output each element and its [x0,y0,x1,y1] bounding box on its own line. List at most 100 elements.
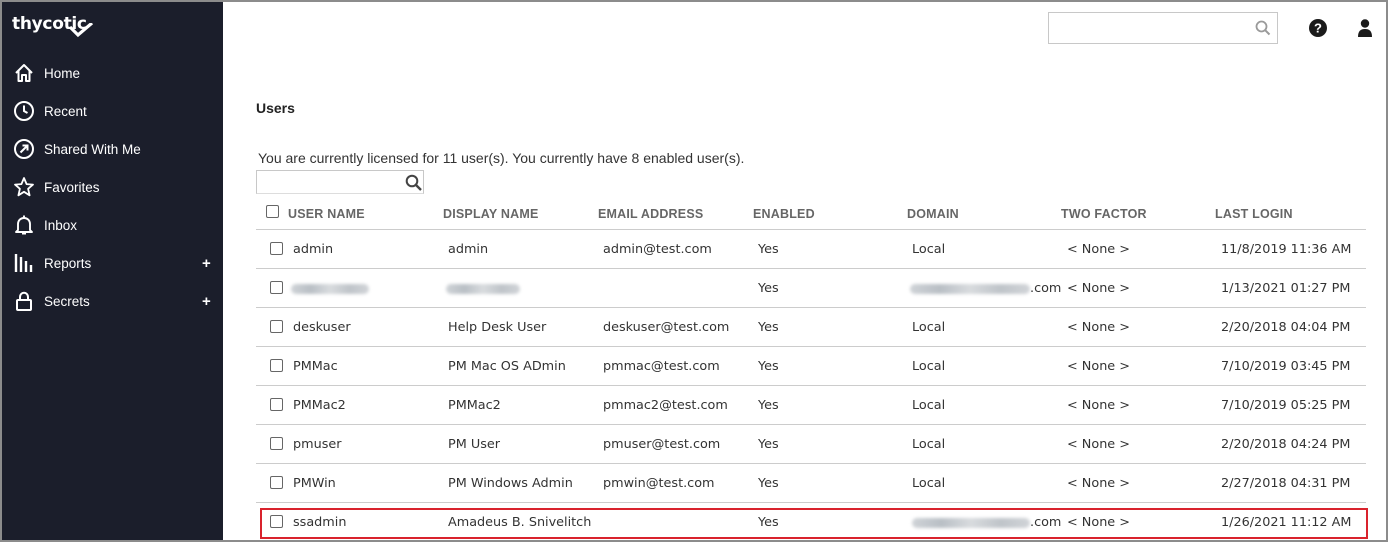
cell-user-name[interactable]: PMWin [293,476,336,491]
search-icon[interactable] [405,174,423,197]
cell-domain: Local [912,320,946,335]
sidebar-item-label: Shared With Me [44,141,141,157]
user-filter-input[interactable] [261,172,401,192]
sidebar-item-label: Secrets [44,293,90,309]
search-icon[interactable] [1255,20,1271,41]
column-header-display-name[interactable]: DISPLAY NAME [443,207,538,221]
cell-display-name: PM User [448,437,500,452]
table-row[interactable]: pmuser PM User pmuser@test.com Yes Local… [256,425,1366,464]
row-checkbox[interactable] [270,320,283,333]
cell-two-factor: < None > [1067,320,1130,335]
help-icon[interactable]: ? [1308,18,1328,43]
cell-display-name: admin [448,242,489,257]
cell-last-login: 1/13/2021 01:27 PM [1221,281,1351,296]
column-header-user-name[interactable]: USER NAME [288,207,365,221]
sidebar-item-favorites[interactable]: Favorites [2,169,223,205]
sidebar-item-home[interactable]: Home [2,55,223,91]
sidebar-item-recent[interactable]: Recent [2,93,223,129]
row-checkbox[interactable] [270,281,283,294]
cell-enabled: Yes [758,476,779,491]
cell-email: pmwin@test.com [603,476,715,491]
cell-user-name[interactable]: PMMac [293,359,338,374]
table-row[interactable]: deskuser Help Desk User deskuser@test.co… [256,308,1366,347]
table-row[interactable]: PMMac PM Mac OS ADmin pmmac@test.com Yes… [256,347,1366,386]
column-header-enabled[interactable]: ENABLED [753,207,815,221]
global-search-input[interactable] [1055,14,1255,42]
svg-text:?: ? [1314,21,1322,36]
cell-two-factor: < None > [1067,476,1130,491]
cell-enabled: Yes [758,398,779,413]
redacted-user-name[interactable] [291,284,369,294]
table-row[interactable]: PMMac2 PMMac2 pmmac2@test.com Yes Local … [256,386,1366,425]
cell-enabled: Yes [758,281,779,296]
sidebar-item-label: Recent [44,103,87,119]
cell-display-name: PM Windows Admin [448,476,573,491]
cell-two-factor: < None > [1067,437,1130,452]
cell-user-name[interactable]: admin [293,242,333,257]
table-row[interactable]: PMWin PM Windows Admin pmwin@test.com Ye… [256,464,1366,503]
user-icon[interactable] [1357,18,1373,43]
cell-two-factor: < None > [1067,359,1130,374]
lock-icon [13,290,35,312]
cell-last-login: 2/20/2018 04:24 PM [1221,437,1351,452]
column-header-domain[interactable]: DOMAIN [907,207,959,221]
sidebar-item-reports[interactable]: Reports + [2,245,223,281]
cell-domain: .com [1030,281,1062,296]
home-icon [13,62,35,84]
cell-domain: Local [912,398,946,413]
sidebar-item-inbox[interactable]: Inbox [2,207,223,243]
sidebar: thycotic Home Recent Shared With Me Favo… [2,2,223,540]
cell-display-name: PM Mac OS ADmin [448,359,566,374]
redacted-domain [910,284,1030,294]
expand-reports-icon[interactable]: + [202,255,211,272]
sidebar-item-shared-with-me[interactable]: Shared With Me [2,131,223,167]
cell-two-factor: < None > [1067,281,1130,296]
row-checkbox[interactable] [270,437,283,450]
row-checkbox[interactable] [270,359,283,372]
license-info: You are currently licensed for 11 user(s… [258,150,745,166]
cell-last-login: 2/20/2018 04:04 PM [1221,320,1351,335]
cell-email: pmuser@test.com [603,437,721,452]
cell-display-name: PMMac2 [448,398,501,413]
cell-last-login: 7/10/2019 05:25 PM [1221,398,1351,413]
row-checkbox[interactable] [270,242,283,255]
sidebar-item-secrets[interactable]: Secrets + [2,283,223,319]
cell-email: admin@test.com [603,242,712,257]
cell-two-factor: < None > [1067,398,1130,413]
sidebar-item-label: Favorites [44,179,100,195]
sidebar-item-label: Reports [44,255,92,271]
row-checkbox[interactable] [270,398,283,411]
table-row[interactable]: admin admin admin@test.com Yes Local < N… [256,230,1366,269]
cell-user-name[interactable]: deskuser [293,320,351,335]
cell-last-login: 11/8/2019 11:36 AM [1221,242,1352,257]
column-header-email-address[interactable]: EMAIL ADDRESS [598,207,703,221]
cell-email: pmmac2@test.com [603,398,728,413]
cell-domain: Local [912,359,946,374]
app-window: thycotic Home Recent Shared With Me Favo… [0,0,1388,542]
bar-chart-icon [13,252,35,274]
row-checkbox[interactable] [270,476,283,489]
bell-icon [13,214,35,236]
column-header-last-login[interactable]: LAST LOGIN [1215,207,1293,221]
cell-user-name[interactable]: pmuser [293,437,342,452]
redacted-display-name [446,284,520,294]
table-row[interactable]: Yes .com < None > 1/13/2021 01:27 PM [256,269,1366,308]
row-highlight-box [260,508,1368,539]
cell-enabled: Yes [758,320,779,335]
table-header: USER NAME DISPLAY NAME EMAIL ADDRESS ENA… [256,198,1366,230]
cell-user-name[interactable]: PMMac2 [293,398,346,413]
logo-check-icon [68,23,94,38]
column-header-two-factor[interactable]: TWO FACTOR [1061,207,1147,221]
star-icon [13,176,35,198]
cell-email: pmmac@test.com [603,359,720,374]
cell-email: deskuser@test.com [603,320,730,335]
cell-display-name: Help Desk User [448,320,547,335]
expand-secrets-icon[interactable]: + [202,293,211,310]
cell-domain: Local [912,242,946,257]
cell-enabled: Yes [758,437,779,452]
select-all-checkbox[interactable] [266,205,279,218]
cell-enabled: Yes [758,242,779,257]
global-search [1048,12,1278,44]
user-filter [256,170,424,194]
page-title: Users [256,100,295,116]
